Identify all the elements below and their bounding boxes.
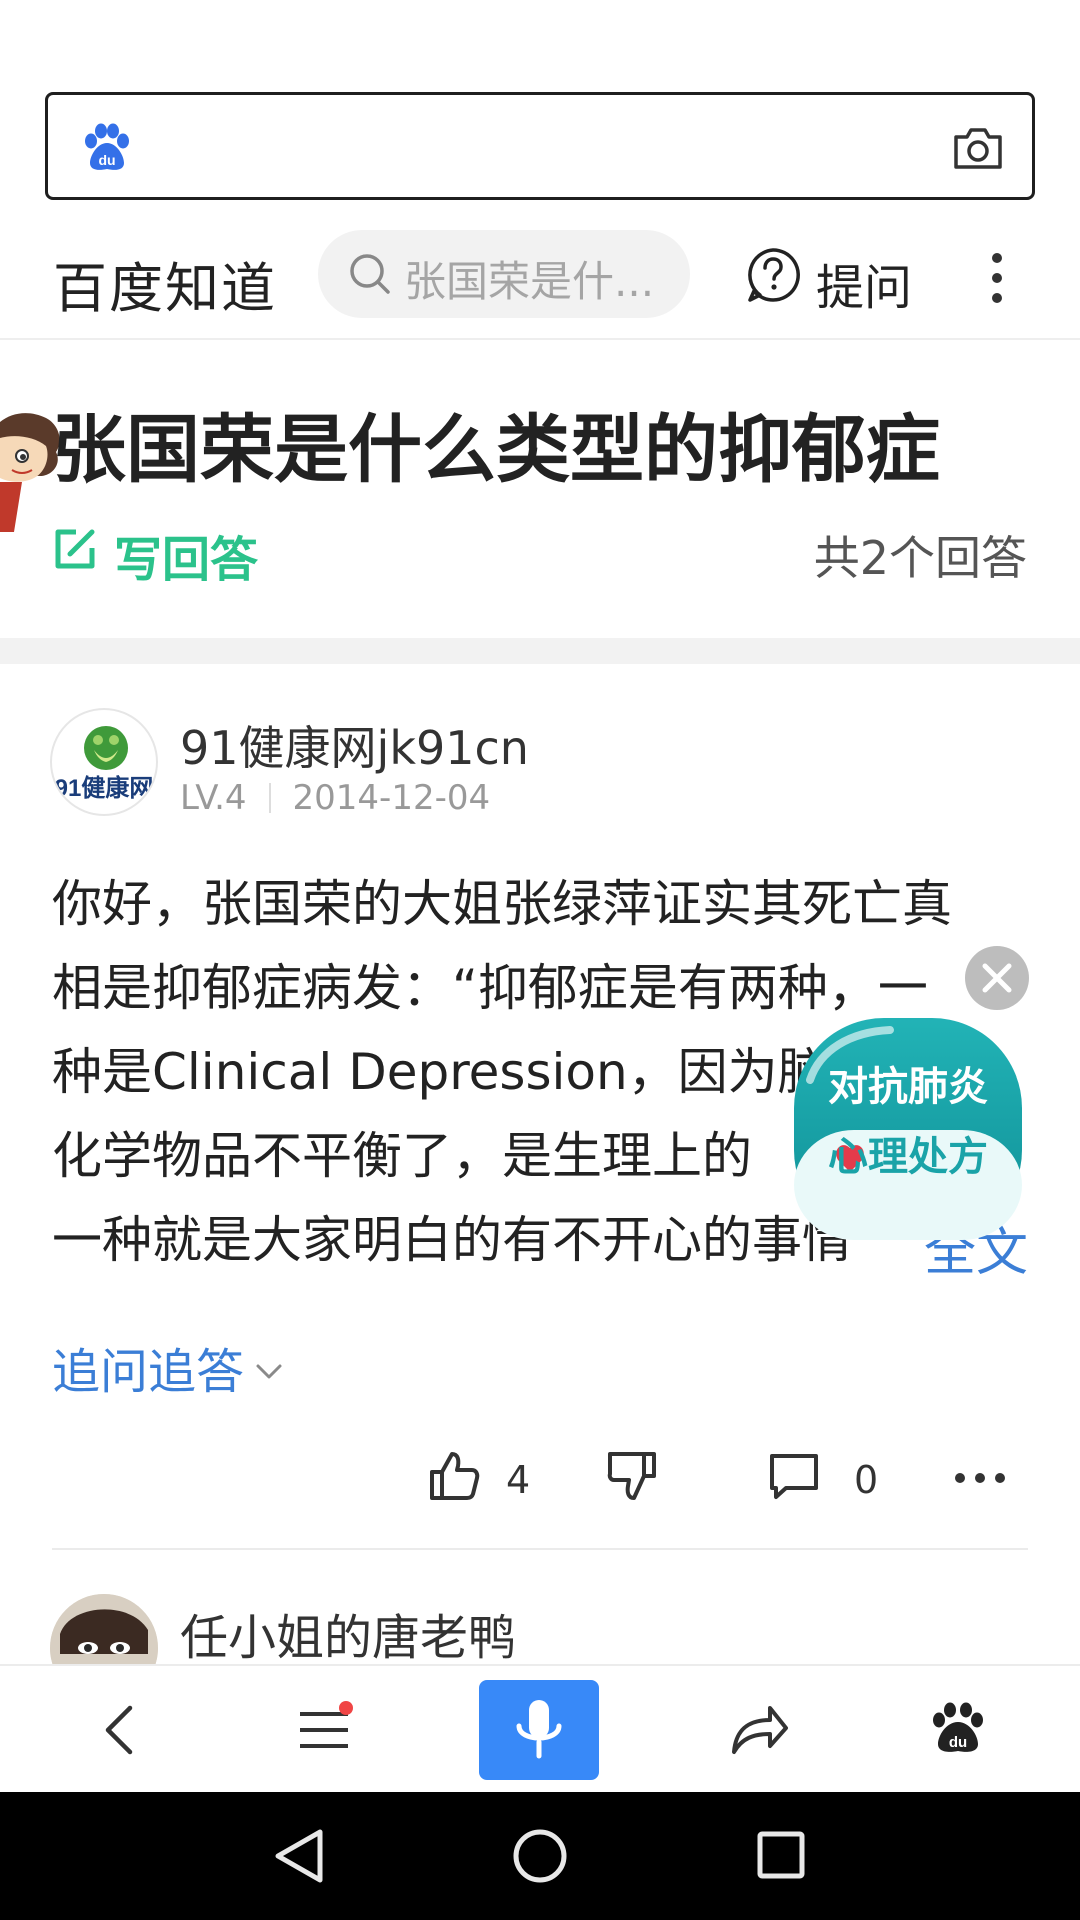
ask-label: 提问 (816, 260, 913, 316)
chevron-down-icon (256, 1364, 282, 1379)
baidu-home-button[interactable]: du (928, 1666, 988, 1794)
hamburger-icon (300, 1701, 353, 1748)
chevron-left-icon (105, 1705, 133, 1755)
ad-line1: 对抗肺炎 (828, 1064, 988, 1110)
meta-divider (268, 783, 271, 813)
write-answer-label: 写回答 (114, 532, 259, 588)
health-site-logo-icon: 91健康网 (55, 726, 154, 802)
comment-icon (770, 1454, 818, 1499)
answer-more-button[interactable] (952, 1450, 1012, 1514)
nav-recents-icon[interactable] (757, 1831, 805, 1879)
avatar[interactable]: 91健康网 (50, 708, 158, 816)
more-menu-icon[interactable] (985, 250, 1009, 306)
ad-line2: 心理处方 (828, 1134, 988, 1180)
notification-dot (339, 1701, 353, 1715)
camera-icon[interactable] (952, 125, 1004, 171)
answer-author[interactable]: 91健康网jk91cn (180, 712, 529, 778)
baidu-paw-icon: du (933, 1702, 983, 1752)
answer-actions: 4 0 (0, 1450, 1080, 1520)
zhidao-header: 百度知道 张国荣是什... 提问 (0, 230, 1080, 340)
browser-bottom-nav: du (0, 1664, 1080, 1792)
answer-author[interactable]: 任小姐的唐老鸭 (180, 1598, 516, 1668)
section-separator (0, 638, 1080, 664)
voice-search-button[interactable] (479, 1680, 599, 1780)
back-button[interactable] (88, 1666, 148, 1794)
answer-line: 你好，张国荣的大姐张绿萍证实其死亡真 (52, 875, 952, 933)
answer-divider (52, 1548, 1028, 1550)
system-nav-bar (0, 1792, 1080, 1920)
question-title: 张国荣是什么类型的抑郁症 (52, 407, 940, 493)
answer-count: 共2个回答 (813, 531, 1027, 585)
question-icon (748, 248, 800, 302)
header-search-placeholder: 张国荣是什... (404, 257, 655, 306)
svg-text:du: du (949, 1734, 967, 1751)
baidu-paw-icon: du (85, 123, 129, 170)
followup-toggle[interactable]: 追问追答 (52, 1332, 284, 1402)
floating-ad-banner[interactable]: 对抗肺炎 心理处方 (790, 1010, 1026, 1246)
answer-meta: LV.4 2014-12-04 (180, 778, 490, 818)
comment-button[interactable]: 0 (768, 1450, 888, 1514)
ad-close-button[interactable] (965, 946, 1029, 1010)
baidu-search-bar[interactable]: du (45, 92, 1035, 200)
header-search-box[interactable]: 张国荣是什... (318, 230, 690, 318)
svg-text:91健康网: 91健康网 (55, 774, 154, 802)
like-count: 4 (506, 1458, 531, 1502)
search-icon (350, 254, 390, 294)
microphone-icon (516, 1700, 562, 1759)
menu-button[interactable] (290, 1666, 360, 1794)
thumbs-up-icon (430, 1452, 480, 1500)
edit-icon (55, 529, 95, 569)
thumbs-down-icon (607, 1452, 656, 1500)
nav-back-icon[interactable] (275, 1829, 323, 1883)
comment-count: 0 (854, 1458, 879, 1502)
dislike-button[interactable] (606, 1450, 666, 1514)
nav-home-icon[interactable] (513, 1829, 567, 1883)
answer-date: 2014-12-04 (292, 778, 491, 818)
more-horizontal-icon (955, 1473, 1005, 1483)
share-button[interactable] (726, 1666, 790, 1794)
share-icon (732, 1706, 788, 1754)
brand-title[interactable]: 百度知道 (53, 244, 277, 323)
author-level: LV.4 (180, 778, 247, 818)
like-button[interactable]: 4 (428, 1450, 538, 1514)
followup-label: 追问追答 (52, 1344, 245, 1400)
svg-text:du: du (98, 152, 115, 168)
close-icon (982, 963, 1012, 993)
